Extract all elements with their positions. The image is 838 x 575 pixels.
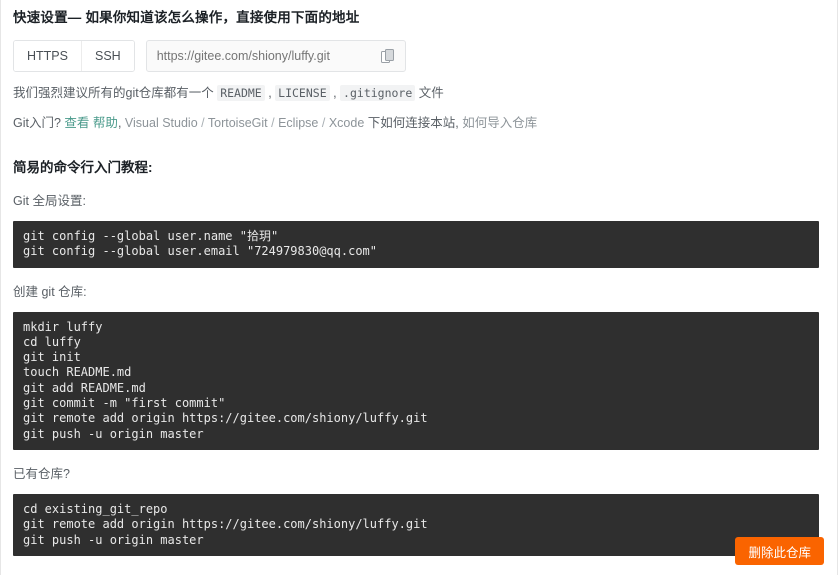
code-tag-gitignore: .gitignore <box>340 85 416 101</box>
getting-started-line: Git入门? 查看 帮助, Visual Studio / TortoiseGi… <box>13 115 825 132</box>
code-tag-license: LICENSE <box>275 85 330 101</box>
link-help[interactable]: 帮助 <box>93 116 118 130</box>
comma-2: , <box>455 116 459 130</box>
advice-suffix: 文件 <box>415 86 444 100</box>
delete-repository-button[interactable]: 删除此仓库 <box>735 537 824 565</box>
advice-sep-2: , <box>329 86 341 100</box>
link-visual-studio[interactable]: Visual Studio <box>125 116 198 130</box>
code-tag-readme: README <box>217 85 265 101</box>
protocol-tab-https[interactable]: HTTPS <box>14 41 81 71</box>
step-label-create-repo: 创建 git 仓库: <box>13 284 87 299</box>
clipboard-copy-icon[interactable] <box>379 46 397 66</box>
repo-quick-setup-page: 快速设置— 如果你知道该怎么操作，直接使用下面的地址 HTTPS SSH 我们强… <box>0 0 838 575</box>
advice-sep-1: , <box>264 86 276 100</box>
clone-url-row: HTTPS SSH <box>13 40 825 72</box>
link-import-repo[interactable]: 如何导入仓库 <box>462 116 537 130</box>
slash-1: / <box>201 116 205 130</box>
tutorial-title: 简易的命令行入门教程: <box>13 160 153 175</box>
protocol-toggle-group: HTTPS SSH <box>13 40 135 72</box>
link-xcode[interactable]: Xcode <box>329 116 364 130</box>
code-block-global-config: git config --global user.name "拾玥" git c… <box>13 221 819 268</box>
advice-prefix: 我们强烈建议所有的git仓库都有一个 <box>13 86 218 100</box>
getting-started-lead: Git入门? <box>13 116 61 130</box>
step-label-existing-repo: 已有仓库? <box>13 466 70 481</box>
code-block-create-repo: mkdir luffy cd luffy git init touch READ… <box>13 311 819 450</box>
slash-3: / <box>321 116 326 130</box>
slash-2: / <box>271 116 275 130</box>
comma-1: , <box>117 116 122 130</box>
step-label-global-config: Git 全局设置: <box>13 194 86 208</box>
clone-url-field-wrapper <box>145 40 406 72</box>
code-block-existing-repo: cd existing_git_repo git remote add orig… <box>13 493 819 556</box>
link-tortoisegit[interactable]: TortoiseGit <box>208 116 268 130</box>
connect-text: 下如何连接本站 <box>367 116 456 130</box>
protocol-tab-ssh[interactable]: SSH <box>80 41 134 71</box>
repo-files-advice: 我们强烈建议所有的git仓库都有一个 README , LICENSE , .g… <box>13 85 825 102</box>
clone-url-input[interactable] <box>156 42 379 70</box>
footer-actions: 删除此仓库 <box>735 537 824 565</box>
page-title: 快速设置— 如果你知道该怎么操作，直接使用下面的地址 <box>13 10 360 25</box>
link-eclipse[interactable]: Eclipse <box>278 116 318 130</box>
link-view[interactable]: 查看 <box>64 116 89 130</box>
